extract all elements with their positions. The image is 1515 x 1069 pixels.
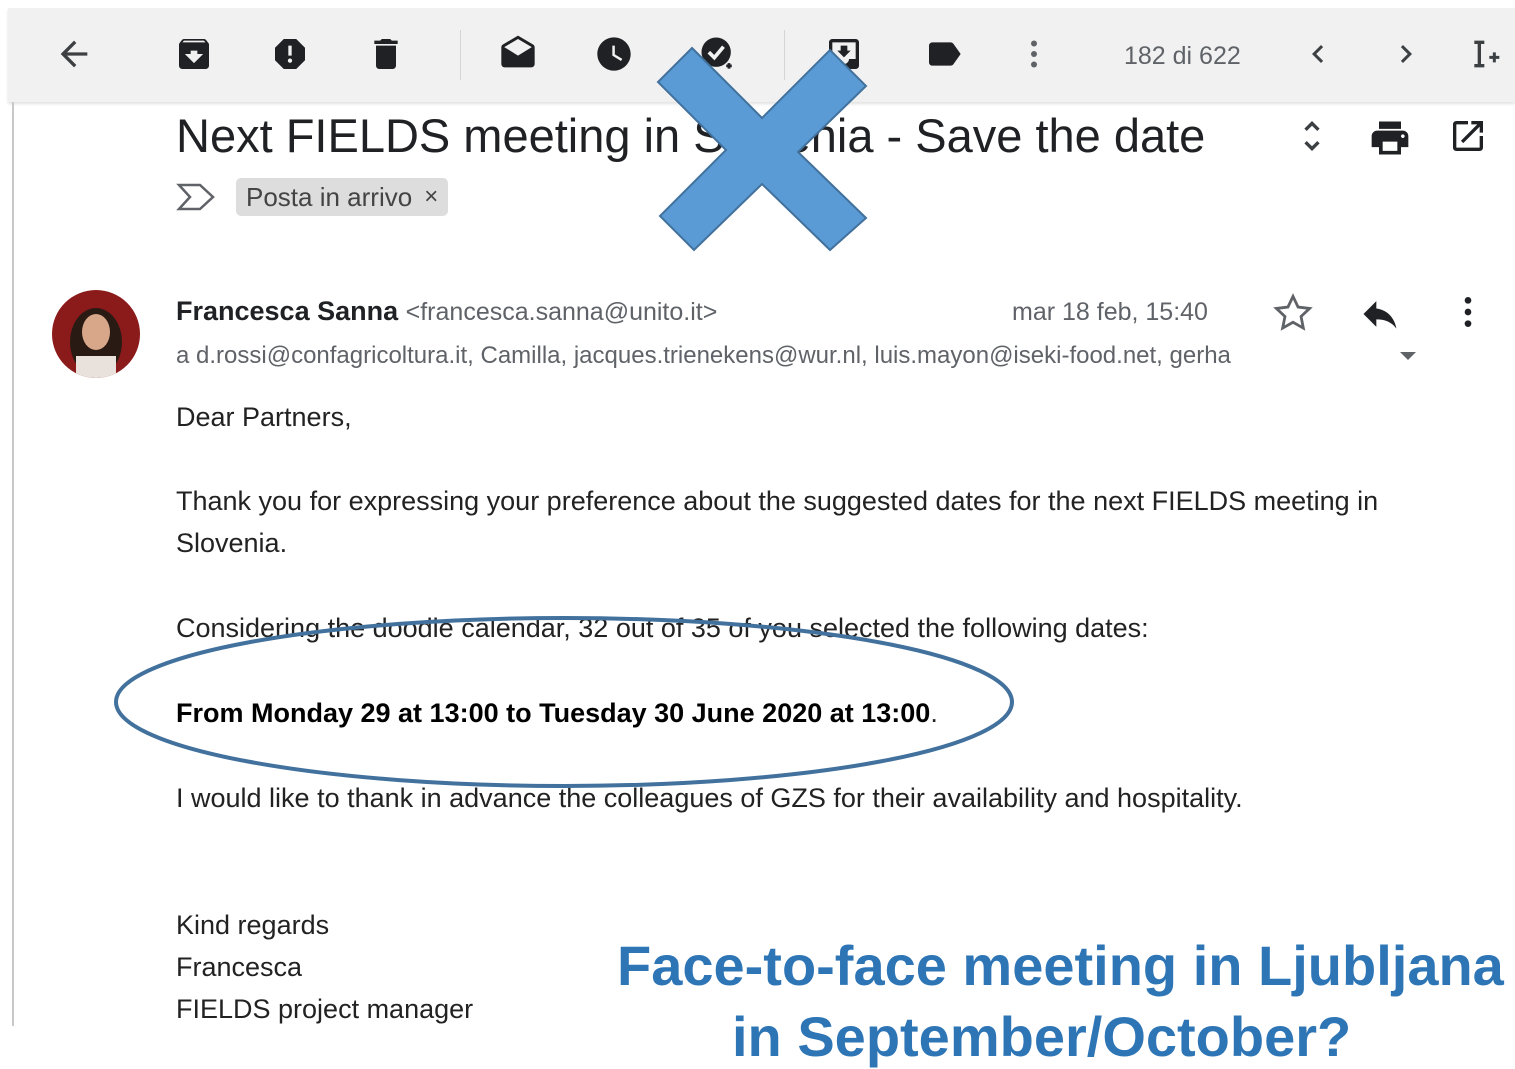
content-border [12,102,14,1026]
toolbar-divider [460,30,461,80]
reply-icon[interactable] [1358,292,1402,336]
paragraph-1-line-2: Slovenia. [176,528,288,558]
message-more-icon[interactable] [1448,292,1488,332]
inbox-label[interactable]: Posta in arrivo × [236,178,449,216]
star-icon[interactable] [1272,292,1314,334]
inbox-label-text: Posta in arrivo [246,181,413,212]
snooze-icon[interactable] [592,32,636,76]
more-vert-icon[interactable] [1012,32,1056,76]
message-counter: 182 di 622 [1124,42,1241,70]
signature-title: FIELDS project manager [176,994,474,1024]
recipients: a d.rossi@confagricoltura.it, Camilla, j… [176,342,1231,369]
avatar[interactable] [52,290,140,378]
message-date: mar 18 feb, 15:40 [1012,298,1208,326]
archive-icon[interactable] [172,32,216,76]
signature-name: Francesca [176,952,303,982]
back-arrow-icon[interactable] [52,32,96,76]
paragraph-1-line-1: Thank you for expressing your preference… [176,486,1379,516]
highlight-ellipse [114,616,1014,788]
print-icon[interactable] [1368,116,1412,160]
overlay-title-line-1: Face-to-face meeting in Ljubljana [617,934,1504,997]
cross-mark-icon [656,46,868,252]
open-new-window-icon[interactable] [1448,116,1488,156]
sender-email: <francesca.sanna@unito.it> [405,298,718,326]
sender: Francesca Sanna <francesca.sanna@unito.i… [176,296,717,327]
overlay-title-line-2: in September/October? [732,1005,1352,1068]
show-details-icon[interactable] [1396,348,1420,364]
input-tools-icon[interactable] [1464,32,1508,76]
label-icon[interactable] [922,32,966,76]
delete-icon[interactable] [364,32,408,76]
prev-icon[interactable] [1296,32,1340,76]
next-icon[interactable] [1384,32,1428,76]
mark-unread-icon[interactable] [496,32,540,76]
greeting: Dear Partners, [176,402,352,432]
expand-all-icon[interactable] [1292,116,1332,156]
sender-name[interactable]: Francesca Sanna [176,296,398,326]
importance-marker-icon[interactable] [176,182,216,212]
report-spam-icon[interactable] [268,32,312,76]
remove-label-icon[interactable]: × [424,183,438,211]
closing: Kind regards [176,910,330,940]
